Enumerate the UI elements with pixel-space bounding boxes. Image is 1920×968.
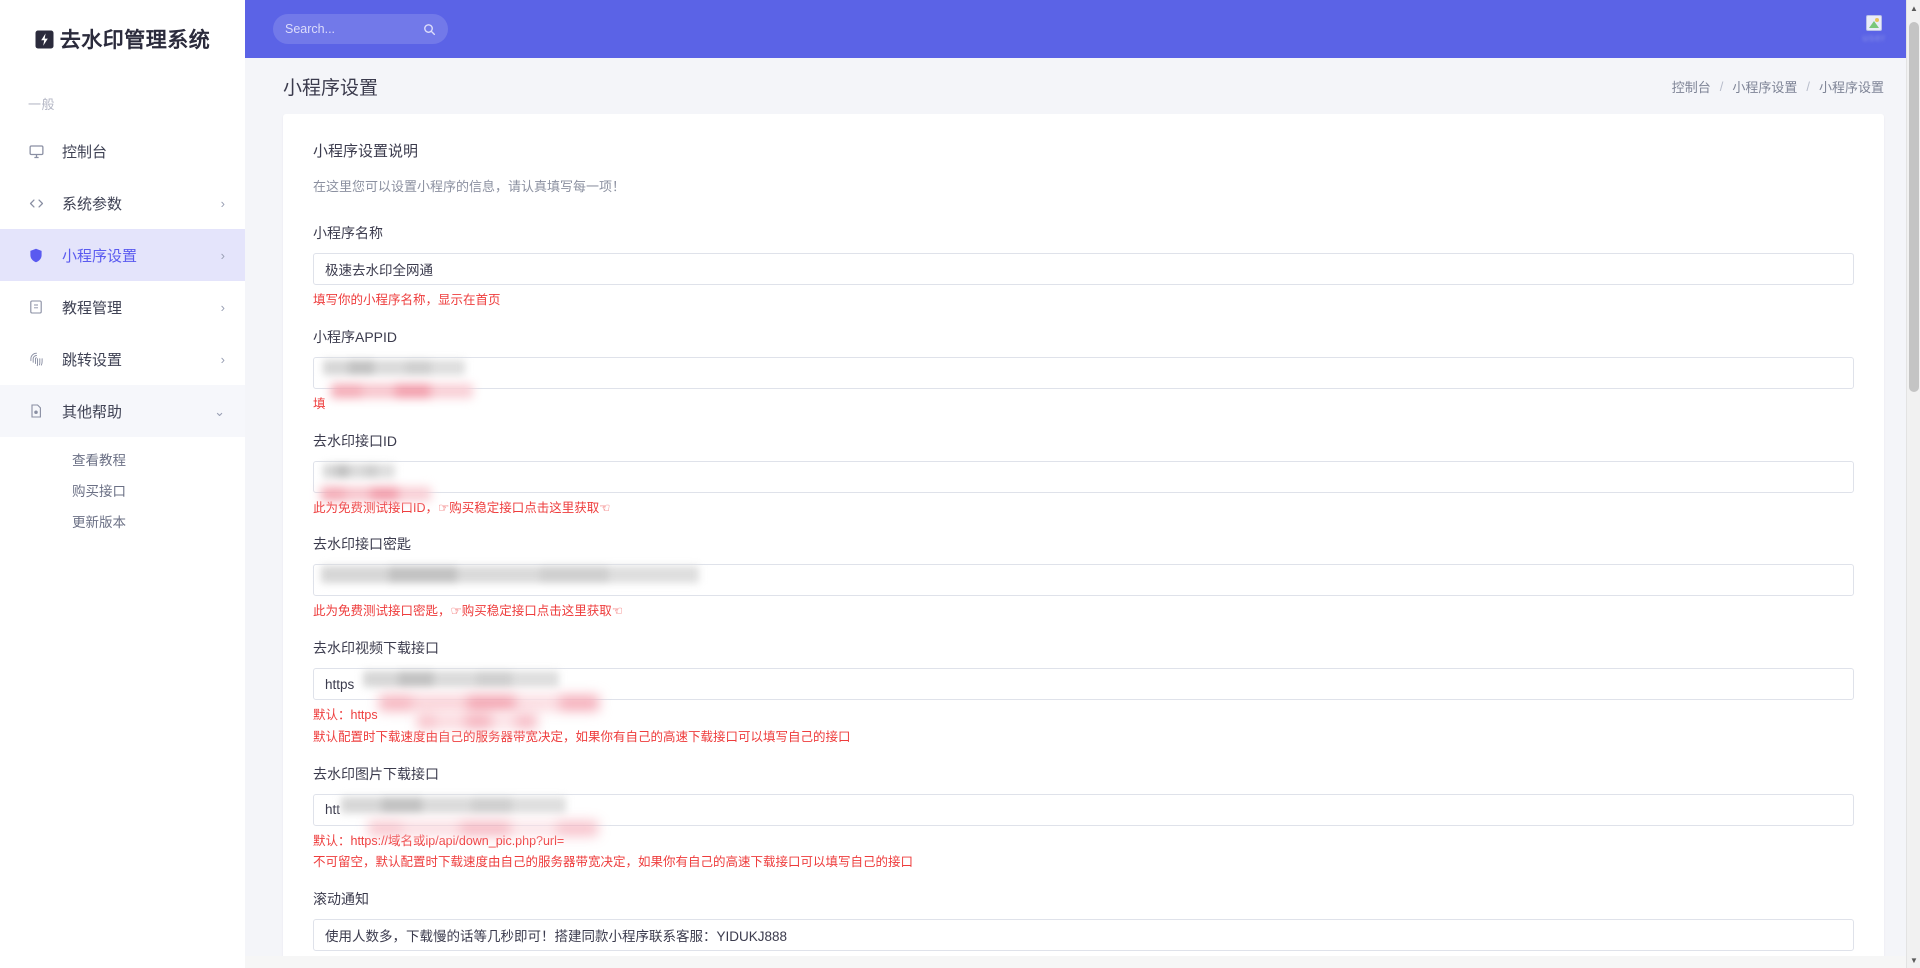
sidebar-item-label: 教程管理 xyxy=(62,299,123,317)
sidebar-item-miniprogram-settings[interactable]: 小程序设置 › xyxy=(0,229,245,281)
file-help-icon xyxy=(28,403,54,419)
breadcrumb-item-miniprogram[interactable]: 小程序设置 xyxy=(1732,77,1797,96)
code-icon xyxy=(28,195,54,212)
chevron-right-icon: › xyxy=(220,247,225,263)
breadcrumb: 控制台 / 小程序设置 / 小程序设置 xyxy=(1672,58,1884,114)
field-hint: 填写你的小程序名称，显示在首页 xyxy=(313,293,501,307)
sidebar-subitem-label: 更新版本 xyxy=(72,514,126,530)
video-download-api-input[interactable] xyxy=(313,668,1854,700)
card-title: 小程序设置说明 xyxy=(313,143,419,160)
api-id-input[interactable] xyxy=(313,460,1854,493)
image-download-api-input[interactable] xyxy=(313,793,1854,826)
field-group-api-id: 去水印接口ID 此为免费测试接口ID，☞购买稳定接口点击这里获取☜ xyxy=(313,431,1854,518)
user-menu[interactable]: user xyxy=(1863,0,1886,58)
field-label: 小程序名称 xyxy=(313,225,383,241)
sidebar-item-label: 系统参数 xyxy=(62,195,123,213)
field-group-video-download-api: 去水印视频下载接口 默认：https 默认配置时下载速度由自己的服务器带宽决定，… xyxy=(313,638,1854,747)
search-input[interactable]: Search... xyxy=(273,14,448,44)
scrollbar-thumb[interactable] xyxy=(1909,22,1919,392)
field-hint: 填 xyxy=(313,396,326,411)
sidebar: 去水印管理系统 一般 控制台 系统参数 › 小程序设置 › 教程管理 › 跳转设… xyxy=(0,0,245,968)
appid-input[interactable] xyxy=(313,356,1854,389)
field-group-image-download-api: 去水印图片下载接口 默认：https://域名或ip/api/down_pic.… xyxy=(313,764,1854,873)
sidebar-item-redirect-settings[interactable]: 跳转设置 › xyxy=(0,333,245,385)
chevron-down-icon: ⌄ xyxy=(214,403,225,419)
scroll-down-arrow[interactable]: ▼ xyxy=(1907,952,1920,968)
page-header: 小程序设置 控制台 / 小程序设置 / 小程序设置 xyxy=(245,58,1920,114)
bolt-badge-icon xyxy=(35,30,54,49)
vertical-scrollbar[interactable]: ▲ ▼ xyxy=(1906,0,1920,968)
field-label: 去水印视频下载接口 xyxy=(313,640,439,656)
breadcrumb-separator: / xyxy=(1806,78,1810,94)
horizontal-scrollbar[interactable] xyxy=(245,956,1920,968)
settings-card: 小程序设置说明 在这里您可以设置小程序的信息，请认真填写每一项！ 小程序名称 填… xyxy=(283,114,1884,968)
brand-title: 去水印管理系统 xyxy=(59,29,211,52)
sidebar-section-label: 一般 xyxy=(28,97,56,112)
breadcrumb-separator: / xyxy=(1719,78,1724,94)
sidebar-subitem-view-tutorial[interactable]: 查看教程 xyxy=(0,443,245,474)
broken-image-icon xyxy=(1866,14,1883,31)
field-hint-secondary: 不可留空，默认配置时下载速度由自己的服务器带宽决定，如果你有自己的高速下载接口可… xyxy=(313,855,914,870)
chevron-right-icon: › xyxy=(220,299,225,315)
field-label: 去水印接口密匙 xyxy=(313,536,411,553)
chevron-right-icon: › xyxy=(220,351,225,367)
sidebar-item-system-params[interactable]: 系统参数 › xyxy=(0,177,245,229)
sidebar-subitem-update-version[interactable]: 更新版本 xyxy=(0,505,245,536)
main-content: Search... user 小程序设置 控制台 / 小程序设置 / 小程序设置 xyxy=(245,0,1920,968)
search-placeholder: Search... xyxy=(285,22,336,36)
field-label: 去水印图片下载接口 xyxy=(313,765,439,782)
field-hint-secondary: 默认配置时下载速度由自己的服务器带宽决定，如果你有自己的高速下载接口可以填写自己… xyxy=(313,729,851,744)
scroll-notice-input[interactable] xyxy=(313,919,1854,951)
sidebar-subitem-label: 购买接口 xyxy=(72,483,126,499)
field-hint: 默认：https xyxy=(313,708,378,722)
field-label: 小程序APPID xyxy=(313,328,398,345)
sidebar-item-tutorial-management[interactable]: 教程管理 › xyxy=(0,281,245,333)
sidebar-item-label: 控制台 xyxy=(62,143,108,161)
field-group-appid: 小程序APPID 填 xyxy=(313,327,1854,414)
chevron-right-icon: › xyxy=(220,195,225,211)
book-icon xyxy=(28,299,54,315)
sidebar-subitem-label: 查看教程 xyxy=(72,452,126,468)
card-description: 在这里您可以设置小程序的信息，请认真填写每一项！ xyxy=(313,179,626,194)
sidebar-subitem-buy-api[interactable]: 购买接口 xyxy=(0,474,245,505)
brand-logo[interactable]: 去水印管理系统 xyxy=(0,0,245,78)
field-hint: 此为免费测试接口密匙，☞购买稳定接口点击这里获取☜ xyxy=(313,604,623,619)
field-hint: 默认：https://域名或ip/api/down_pic.php?url= xyxy=(313,833,565,848)
scroll-up-arrow[interactable]: ▲ xyxy=(1907,0,1920,16)
field-group-api-key: 去水印接口密匙 此为免费测试接口密匙，☞购买稳定接口点击这里获取☜ xyxy=(313,534,1854,621)
sidebar-item-label: 跳转设置 xyxy=(62,351,123,369)
shield-icon xyxy=(28,247,54,264)
field-label: 去水印接口ID xyxy=(313,432,397,449)
field-group-app-name: 小程序名称 填写你的小程序名称，显示在首页 xyxy=(313,223,1854,310)
field-hint: 此为免费测试接口ID，☞购买稳定接口点击这里获取☜ xyxy=(313,500,611,515)
page-title: 小程序设置 xyxy=(283,77,379,99)
sidebar-submenu: 查看教程 购买接口 更新版本 xyxy=(0,437,245,536)
breadcrumb-item-console[interactable]: 控制台 xyxy=(1672,77,1711,96)
breadcrumb-item-current: 小程序设置 xyxy=(1818,79,1884,95)
search-icon[interactable] xyxy=(423,23,436,36)
sidebar-item-console[interactable]: 控制台 xyxy=(0,125,245,177)
topbar: Search... user xyxy=(245,0,1920,58)
sidebar-item-label: 小程序设置 xyxy=(62,247,138,265)
fingerprint-icon xyxy=(28,351,54,368)
user-name-label: user xyxy=(1862,32,1886,44)
sidebar-item-label: 其他帮助 xyxy=(62,403,123,421)
sidebar-item-other-help[interactable]: 其他帮助 ⌄ xyxy=(0,385,245,437)
field-group-scroll-notice: 滚动通知 xyxy=(313,889,1854,951)
app-root: 去水印管理系统 一般 控制台 系统参数 › 小程序设置 › 教程管理 › 跳转设… xyxy=(0,0,1920,968)
app-name-input[interactable] xyxy=(313,253,1854,285)
field-label: 滚动通知 xyxy=(313,891,369,907)
monitor-icon xyxy=(28,143,54,160)
api-key-input[interactable] xyxy=(313,564,1854,597)
content-scroll-area: 小程序设置说明 在这里您可以设置小程序的信息，请认真填写每一项！ 小程序名称 填… xyxy=(245,114,1920,968)
